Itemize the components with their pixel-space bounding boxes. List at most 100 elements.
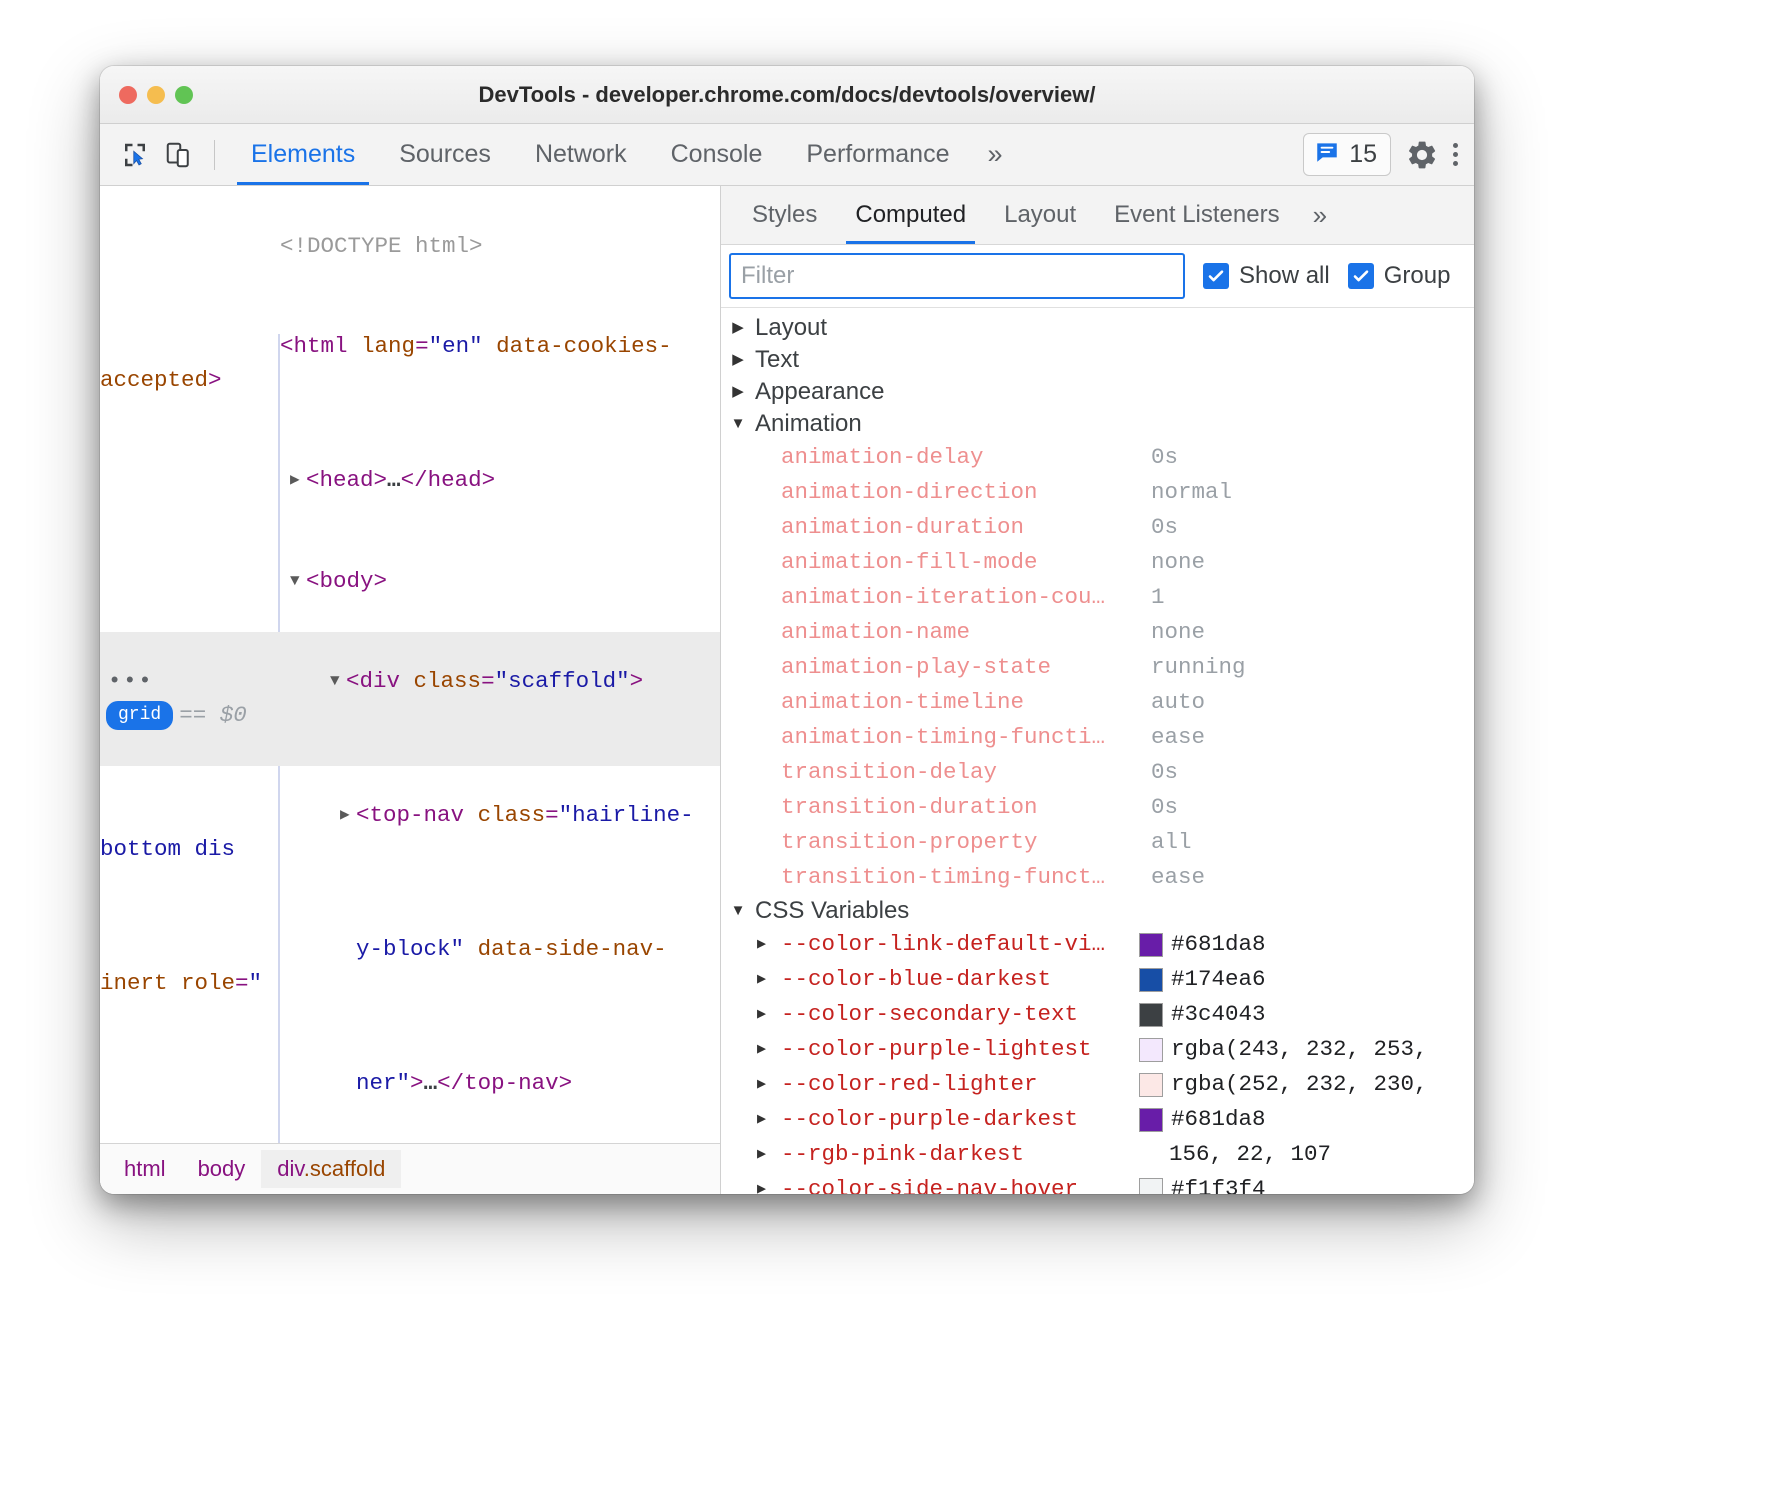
dom-tree[interactable]: <!DOCTYPE html> <html lang="en" data-coo… [100,186,720,1143]
kebab-menu-icon[interactable] [1453,143,1458,166]
color-swatch[interactable] [1139,1038,1163,1062]
collapse-scaffold-triangle-icon[interactable]: ▼ [330,665,346,699]
filter-input-wrapper[interactable] [729,253,1185,299]
issues-button[interactable]: 15 [1303,133,1391,176]
css-variable-row[interactable]: ▶ --color-link-default-vi… #681da8 [721,927,1474,962]
prop-row[interactable]: transition-duration0s [721,790,1474,825]
prop-row[interactable]: transition-timing-funct…ease [721,860,1474,895]
expand-variable-triangle-icon[interactable]: ▶ [757,997,781,1032]
css-variable-row[interactable]: ▶ --color-red-lighter rgba(252, 232, 230… [721,1067,1474,1102]
dom-line-body[interactable]: ▼<body> [100,531,720,632]
tab-layout[interactable]: Layout [985,186,1095,244]
group-animation[interactable]: ▼ Animation [721,408,1474,440]
minimize-window-button[interactable] [147,86,165,104]
prop-row[interactable]: transition-delay0s [721,755,1474,790]
expand-head-triangle-icon[interactable]: ▶ [290,464,306,498]
group-text[interactable]: ▶ Text [721,344,1474,376]
expand-variable-triangle-icon[interactable]: ▶ [757,1137,781,1172]
css-variable-row[interactable]: ▶ --color-side-nav-hover #f1f3f4 [721,1172,1474,1194]
color-swatch[interactable] [1139,1073,1163,1097]
device-toolbar-icon[interactable] [160,136,198,174]
group-appearance[interactable]: ▶ Appearance [721,376,1474,408]
css-variable-name: --color-blue-darkest [781,962,1139,997]
prop-row[interactable]: animation-timing-functi…ease [721,720,1474,755]
grid-badge[interactable]: grid [106,701,173,730]
prop-name: transition-timing-funct… [781,860,1151,895]
breadcrumb-item-body[interactable]: body [182,1150,262,1188]
css-variable-row[interactable]: ▶ --color-secondary-text #3c4043 [721,997,1474,1032]
group-css-variables[interactable]: ▼ CSS Variables [721,895,1474,927]
breadcrumb-item-div-scaffold[interactable]: div.scaffold [261,1150,401,1188]
prop-row[interactable]: animation-delay0s [721,440,1474,475]
collapse-animation-triangle-icon[interactable]: ▼ [729,408,747,440]
css-variable-row[interactable]: ▶ --color-blue-darkest #174ea6 [721,962,1474,997]
prop-row[interactable]: animation-namenone [721,615,1474,650]
prop-row[interactable]: animation-duration0s [721,510,1474,545]
breadcrumb: html body div.scaffold [100,1143,720,1194]
tab-performance[interactable]: Performance [784,124,971,185]
expand-appearance-triangle-icon[interactable]: ▶ [729,376,747,408]
expand-variable-triangle-icon[interactable]: ▶ [757,1067,781,1102]
dom-line-navigation-rail[interactable]: ▶<navigation-rail aria-label="primar [100,1134,720,1143]
color-swatch[interactable] [1139,968,1163,992]
group-checkbox-box[interactable] [1348,263,1374,289]
expand-variable-triangle-icon[interactable]: ▶ [757,927,781,962]
prop-row[interactable]: transition-propertyall [721,825,1474,860]
prop-name: animation-timing-functi… [781,720,1151,755]
dom-line-top-nav-3: ner">…</top-nav> [100,1034,720,1135]
expand-top-nav-triangle-icon[interactable]: ▶ [340,799,356,833]
expand-layout-triangle-icon[interactable]: ▶ [729,312,747,344]
tab-computed[interactable]: Computed [836,186,985,244]
expand-text-triangle-icon[interactable]: ▶ [729,344,747,376]
dom-line-doctype[interactable]: <!DOCTYPE html> [100,196,720,297]
close-window-button[interactable] [119,86,137,104]
color-swatch[interactable] [1139,1178,1163,1195]
gear-icon[interactable] [1405,138,1439,172]
dom-line-head[interactable]: ▶<head>…</head> [100,431,720,532]
tab-layout-label: Layout [1004,201,1076,229]
filter-input[interactable] [739,261,1175,291]
more-panels-chevron-icon[interactable]: » [971,124,1018,185]
more-sidebar-tabs-chevron-icon[interactable]: » [1299,186,1341,244]
css-variable-value: #174ea6 [1171,962,1266,997]
collapse-body-triangle-icon[interactable]: ▼ [290,565,306,599]
inspect-cursor-icon[interactable] [116,136,154,174]
css-variable-name: --color-link-default-vi… [781,927,1139,962]
tab-console-label: Console [671,140,763,169]
tab-sources[interactable]: Sources [377,124,513,185]
color-swatch[interactable] [1139,1003,1163,1027]
prop-row[interactable]: animation-fill-modenone [721,545,1474,580]
color-swatch[interactable] [1139,933,1163,957]
dom-more-options-icon[interactable]: ••• [108,665,154,699]
expand-variable-triangle-icon[interactable]: ▶ [757,1102,781,1137]
color-swatch[interactable] [1139,1108,1163,1132]
expand-variable-triangle-icon[interactable]: ▶ [757,1172,781,1194]
prop-row[interactable]: animation-directionnormal [721,475,1474,510]
css-variable-row[interactable]: ▶ --color-purple-lightest rgba(243, 232,… [721,1032,1474,1067]
tab-event-listeners[interactable]: Event Listeners [1095,186,1298,244]
prop-name: animation-duration [781,510,1151,545]
tab-console[interactable]: Console [649,124,785,185]
breadcrumb-item-html[interactable]: html [108,1150,182,1188]
prop-row[interactable]: animation-timelineauto [721,685,1474,720]
prop-row[interactable]: animation-play-staterunning [721,650,1474,685]
dom-line-top-nav[interactable]: ▶<top-nav class="hairline-bottom dis [100,766,720,900]
css-variable-row[interactable]: ▶ --color-purple-darkest #681da8 [721,1102,1474,1137]
maximize-window-button[interactable] [175,86,193,104]
group-checkbox[interactable]: Group [1348,262,1451,290]
prop-value: normal [1151,475,1232,510]
prop-row[interactable]: animation-iteration-cou…1 [721,580,1474,615]
show-all-checkbox-box[interactable] [1203,263,1229,289]
tab-network[interactable]: Network [513,124,649,185]
tab-elements[interactable]: Elements [229,124,377,185]
collapse-css-variables-triangle-icon[interactable]: ▼ [729,895,747,927]
expand-variable-triangle-icon[interactable]: ▶ [757,1032,781,1067]
dom-line-html[interactable]: <html lang="en" data-cookies-accepted> [100,297,720,431]
expand-variable-triangle-icon[interactable]: ▶ [757,962,781,997]
css-variable-value: #3c4043 [1171,997,1266,1032]
show-all-checkbox[interactable]: Show all [1203,262,1330,290]
css-variable-row[interactable]: ▶ --rgb-pink-darkest 156, 22, 107 [721,1137,1474,1172]
dom-line-scaffold[interactable]: •••▼<div class="scaffold">grid== $0 [100,632,720,766]
tab-styles[interactable]: Styles [733,186,836,244]
group-layout[interactable]: ▶ Layout [721,312,1474,344]
